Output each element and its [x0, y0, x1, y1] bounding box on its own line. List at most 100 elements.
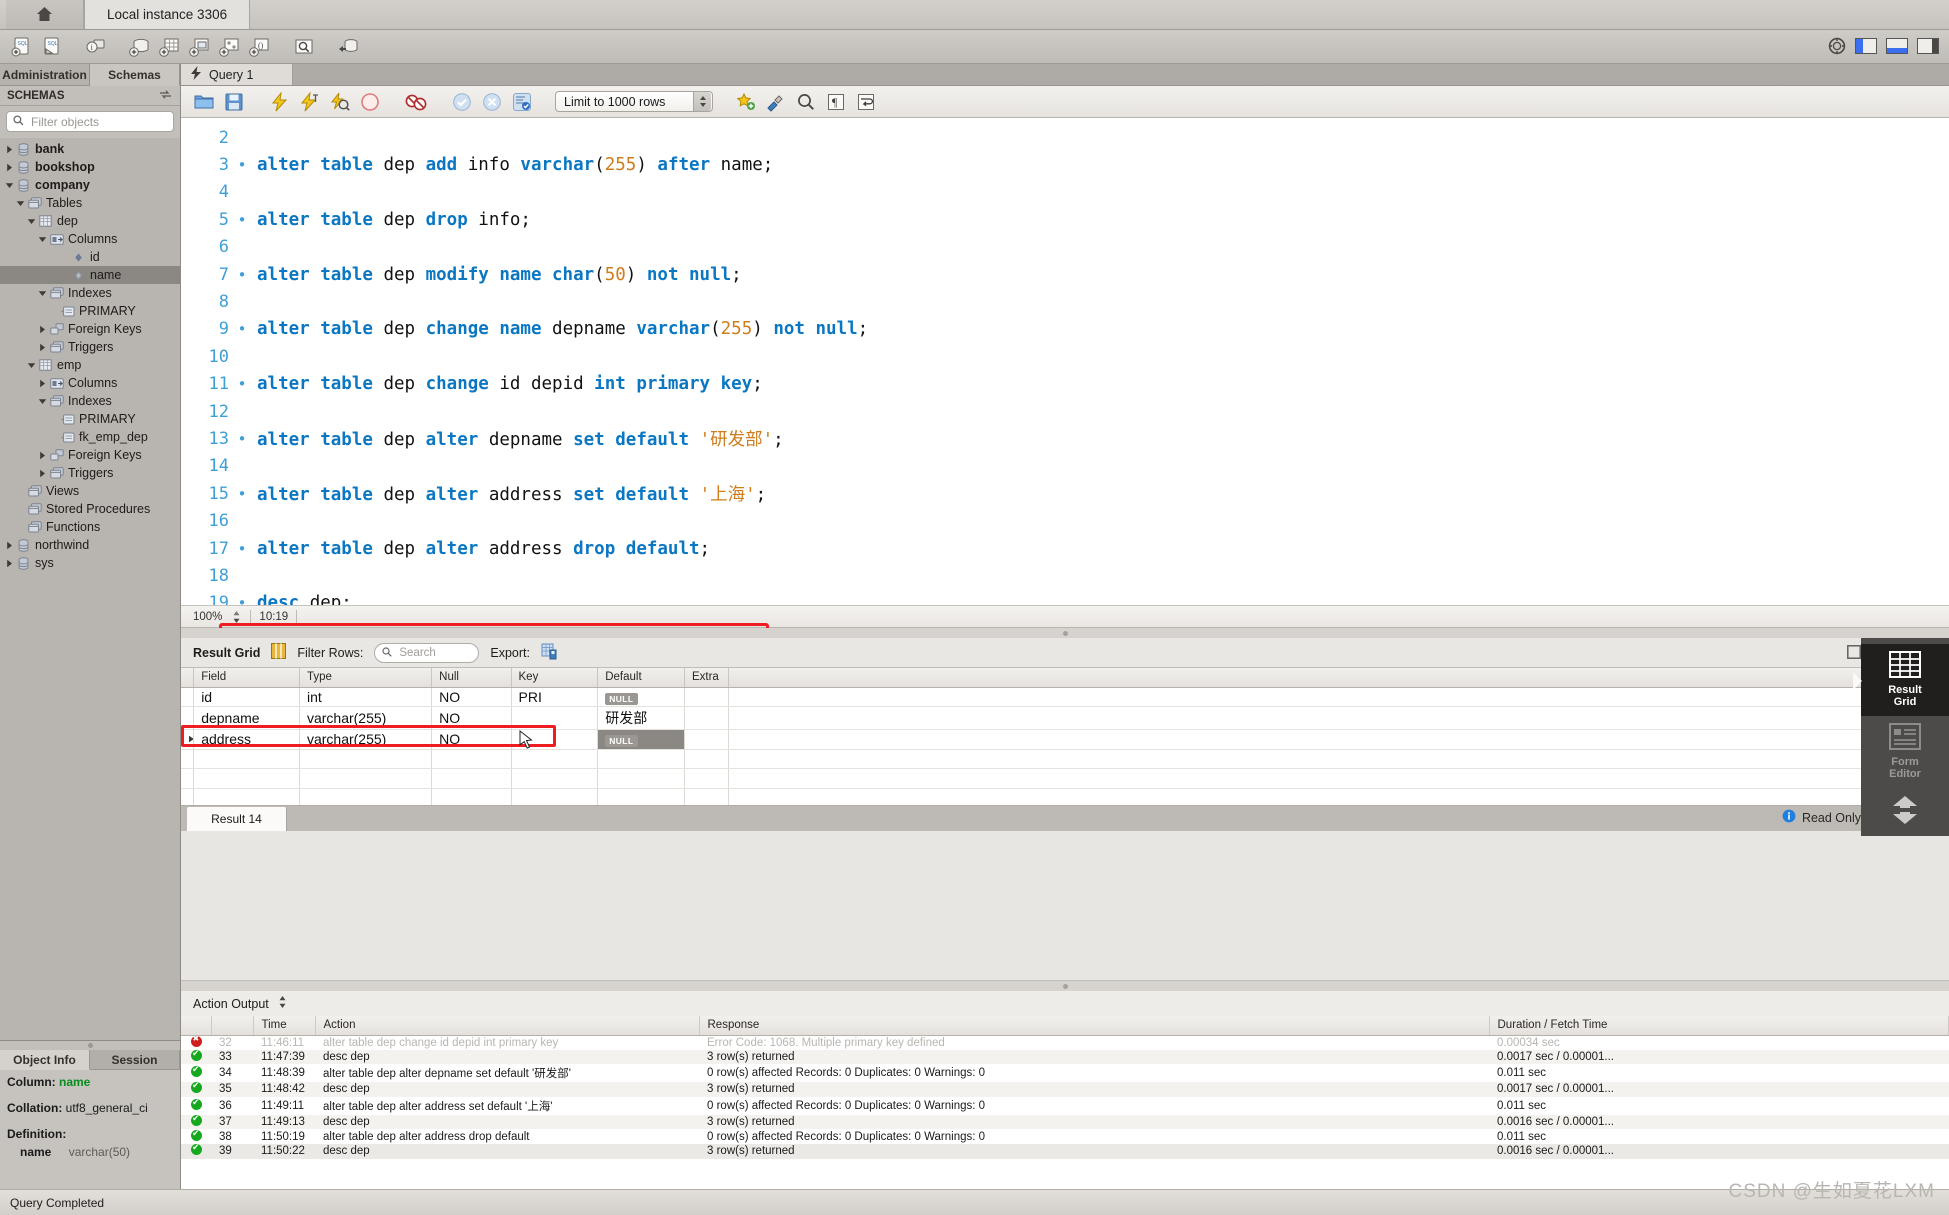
result-grid[interactable]: FieldTypeNullKeyDefaultExtraidintNOPRINU… — [181, 668, 1949, 805]
tree-item-bank[interactable]: bank — [0, 140, 180, 158]
create-procedure-icon[interactable] — [216, 33, 244, 61]
create-view-icon[interactable] — [186, 33, 214, 61]
execute-current-statement-icon[interactable] — [297, 89, 323, 115]
grid-cell-extra[interactable] — [684, 687, 728, 707]
tab-object-info[interactable]: Object Info — [0, 1050, 90, 1070]
grid-col-null[interactable]: Null — [432, 668, 511, 687]
grid-col-extra[interactable]: Extra — [684, 668, 728, 687]
grid-cell-default[interactable]: NULL — [598, 687, 685, 707]
chevron-down-icon[interactable] — [4, 181, 15, 190]
tree-item-company[interactable]: company — [0, 176, 180, 194]
stepper-icon[interactable] — [693, 92, 711, 111]
tree-item-dep[interactable]: dep — [0, 212, 180, 230]
chevron-right-icon[interactable] — [4, 541, 15, 550]
action-output-row[interactable]: 3411:48:39alter table dep alter depname … — [181, 1064, 1949, 1082]
refresh-icon[interactable] — [159, 89, 172, 103]
editor-line[interactable]: 7•alter table dep modify name char(50) n… — [181, 261, 1949, 288]
editor-line[interactable]: 11•alter table dep change id depid int p… — [181, 371, 1949, 398]
tree-item-name[interactable]: name — [0, 266, 180, 284]
tree-item-columns[interactable]: Columns — [0, 374, 180, 392]
panel-resize-grip[interactable] — [0, 1041, 180, 1050]
editor-line[interactable]: 19•desc dep; — [181, 590, 1949, 605]
row-selector[interactable] — [181, 707, 194, 730]
statement-marker[interactable]: • — [235, 430, 249, 448]
ao-col-duration-fetch-time[interactable]: Duration / Fetch Time — [1489, 1016, 1949, 1035]
editor-line[interactable]: 12 — [181, 398, 1949, 425]
chevron-down-icon[interactable] — [37, 397, 48, 406]
grid-icon[interactable] — [271, 643, 286, 662]
tree-item-id[interactable]: id — [0, 248, 180, 266]
editor-line[interactable]: 6 — [181, 234, 1949, 261]
ao-col-time[interactable]: Time — [253, 1016, 315, 1035]
tree-item-stored-procedures[interactable]: Stored Procedures — [0, 500, 180, 518]
statement-marker[interactable]: • — [235, 156, 249, 174]
tree-item-northwind[interactable]: northwind — [0, 536, 180, 554]
new-sql-tab-icon[interactable]: SQL — [8, 33, 36, 61]
grid-cell-type[interactable]: varchar(255) — [299, 730, 431, 750]
results-resize-grip[interactable] — [181, 628, 1949, 638]
chevron-right-icon[interactable] — [37, 379, 48, 388]
row-selector[interactable] — [181, 687, 194, 707]
result-tab-14[interactable]: Result 14 — [187, 807, 287, 831]
filter-objects-box[interactable] — [6, 111, 174, 132]
statement-marker[interactable]: • — [235, 266, 249, 284]
add-snippet-icon[interactable] — [733, 89, 759, 115]
chevron-down-icon[interactable] — [37, 289, 48, 298]
editor-line[interactable]: 17•alter table dep alter address drop de… — [181, 535, 1949, 562]
grid-cell-type[interactable]: varchar(255) — [299, 707, 431, 730]
tab-session[interactable]: Session — [90, 1050, 180, 1070]
chevron-right-icon[interactable] — [37, 451, 48, 460]
result-grid-view-button[interactable]: Result Grid — [1861, 644, 1949, 716]
home-tab[interactable] — [6, 0, 84, 29]
table-row[interactable]: depnamevarchar(255)NO研发部 — [181, 707, 1893, 730]
tree-item-views[interactable]: Views — [0, 482, 180, 500]
chevron-down-icon[interactable] — [26, 361, 37, 370]
sidebar-tab-administration[interactable]: Administration — [0, 64, 90, 86]
editor-line[interactable]: 10 — [181, 343, 1949, 370]
maximize-icon[interactable] — [1847, 645, 1861, 662]
editor-line[interactable]: 9•alter table dep change name depname va… — [181, 316, 1949, 343]
grid-col-key[interactable]: Key — [511, 668, 598, 687]
grid-cell-null[interactable]: NO — [432, 730, 511, 750]
statement-marker[interactable]: • — [235, 540, 249, 558]
action-output-row[interactable]: 3511:48:42desc dep3 row(s) returned0.001… — [181, 1082, 1949, 1097]
toggle-word-wrap-icon[interactable] — [853, 89, 879, 115]
grid-col-type[interactable]: Type — [299, 668, 431, 687]
ao-col-blank-1[interactable] — [211, 1016, 253, 1035]
statement-marker[interactable]: • — [235, 594, 249, 605]
editor-line[interactable]: 2 — [181, 124, 1949, 151]
search-table-data-icon[interactable] — [290, 33, 318, 61]
tree-item-triggers[interactable]: Triggers — [0, 338, 180, 356]
action-output-row[interactable]: 3911:50:22desc dep3 row(s) returned0.001… — [181, 1144, 1949, 1159]
tree-item-primary[interactable]: PRIMARY — [0, 302, 180, 320]
grid-cell-null[interactable]: NO — [432, 707, 511, 730]
toggle-stop-on-error-icon[interactable] — [403, 89, 429, 115]
chevron-right-icon[interactable] — [37, 343, 48, 352]
sql-editor[interactable]: 23•alter table dep add info varchar(255)… — [181, 118, 1949, 605]
ao-col-action[interactable]: Action — [315, 1016, 699, 1035]
tree-item-primary[interactable]: PRIMARY — [0, 410, 180, 428]
find-icon[interactable] — [793, 89, 819, 115]
grid-cell-default[interactable]: NULL — [598, 730, 685, 750]
commit-icon[interactable] — [449, 89, 475, 115]
tab-query-1[interactable]: Query 1 — [181, 64, 293, 85]
statement-marker[interactable]: • — [235, 485, 249, 503]
statement-marker[interactable]: • — [235, 211, 249, 229]
chevron-right-icon[interactable] — [4, 163, 15, 172]
action-output-row[interactable]: 3811:50:19alter table dep alter address … — [181, 1129, 1949, 1144]
grid-cell-type[interactable]: int — [299, 687, 431, 707]
create-table-icon[interactable] — [156, 33, 184, 61]
table-row[interactable]: idintNOPRINULL — [181, 687, 1893, 707]
editor-line[interactable]: 8 — [181, 288, 1949, 315]
toggle-invisible-chars-icon[interactable]: ¶ — [823, 89, 849, 115]
toggle-secondary-sidebar-icon[interactable] — [1917, 38, 1939, 57]
save-file-icon[interactable] — [221, 89, 247, 115]
action-output-table-wrap[interactable]: TimeActionResponseDuration / Fetch Time3… — [181, 1016, 1949, 1189]
form-editor-view-button[interactable]: Form Editor — [1861, 716, 1949, 788]
editor-line[interactable]: 4 — [181, 179, 1949, 206]
chevron-right-icon[interactable] — [37, 325, 48, 334]
chevron-right-icon[interactable] — [4, 559, 15, 568]
export-icon[interactable] — [541, 643, 558, 663]
chevron-down-icon[interactable] — [26, 217, 37, 226]
open-sql-script-icon[interactable]: SQL — [38, 33, 66, 61]
